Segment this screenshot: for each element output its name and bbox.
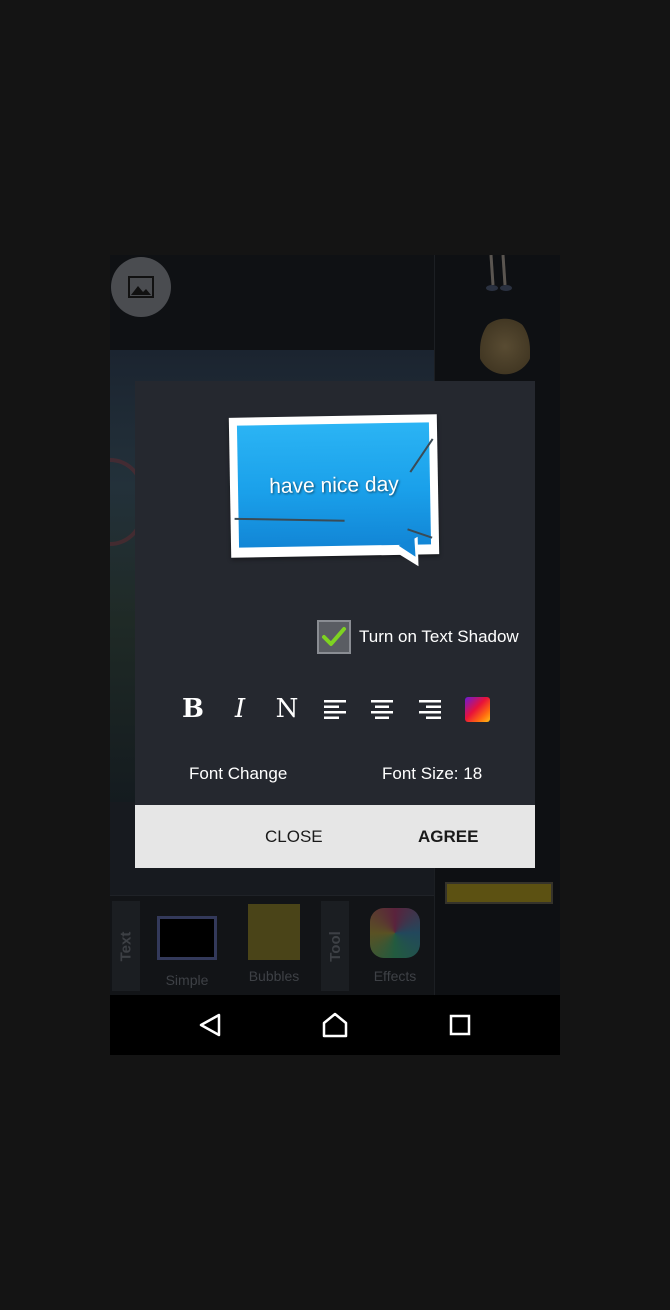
align-center-button[interactable] (364, 691, 400, 727)
font-size-button[interactable]: Font Size: 18 (382, 764, 482, 784)
tab-tool-label: Tool (326, 930, 344, 962)
bottom-item-simple[interactable]: Simple (152, 904, 222, 994)
align-left-button[interactable] (317, 691, 353, 727)
align-right-button[interactable] (412, 691, 448, 727)
bubble-preview: have nice day (228, 414, 440, 576)
normal-button[interactable]: N (269, 691, 305, 727)
app-top-bar (110, 255, 434, 350)
bubbles-thumbnail (248, 904, 300, 960)
font-change-button[interactable]: Font Change (189, 764, 287, 784)
color-picker-icon (464, 696, 490, 722)
dialog-button-bar: CLOSE AGREE (135, 805, 535, 868)
close-button[interactable]: CLOSE (265, 805, 323, 868)
bottom-toolbar: Text Simple Bubbles Tool Effects (110, 895, 434, 996)
bottom-item-label: Bubbles (248, 968, 300, 984)
home-button[interactable] (320, 1010, 350, 1040)
image-icon (128, 276, 154, 298)
sticker-ruler[interactable] (445, 882, 553, 904)
system-nav-bar (110, 995, 560, 1055)
align-right-icon (419, 700, 441, 719)
back-button[interactable] (195, 1010, 225, 1040)
text-shadow-row[interactable]: Turn on Text Shadow (317, 618, 519, 656)
bold-button[interactable]: B (175, 691, 211, 727)
effects-thumbnail (370, 908, 420, 958)
home-icon (322, 1012, 348, 1038)
text-shadow-checkbox[interactable] (317, 620, 351, 654)
recents-icon (449, 1014, 471, 1036)
format-toolbar: B I N (175, 691, 495, 727)
bottom-item-bubbles[interactable]: Bubbles (239, 904, 309, 994)
back-icon (199, 1013, 221, 1037)
preview-text: have nice day (269, 472, 399, 499)
recents-button[interactable] (445, 1010, 475, 1040)
simple-thumbnail (157, 916, 217, 960)
tab-tool[interactable]: Tool (321, 901, 349, 991)
sticker-legs[interactable] (483, 255, 513, 295)
align-center-icon (371, 700, 393, 719)
bottom-item-effects[interactable]: Effects (360, 904, 430, 994)
checkmark-icon (322, 627, 346, 646)
photo-button[interactable] (111, 257, 171, 317)
text-style-dialog: have nice day Turn on Text Shadow B I N (135, 381, 535, 868)
bottom-item-label: Effects (373, 968, 417, 984)
tab-text[interactable]: Text (112, 901, 140, 991)
italic-button[interactable]: I (222, 691, 258, 727)
speech-bubble: have nice day (228, 414, 440, 558)
sticker-girl[interactable] (480, 315, 530, 385)
color-picker-button[interactable] (459, 691, 495, 727)
tab-text-label: Text (117, 931, 135, 961)
align-left-icon (324, 700, 346, 719)
agree-button[interactable]: AGREE (418, 805, 478, 868)
text-shadow-label: Turn on Text Shadow (359, 627, 519, 646)
bottom-item-label: Simple (165, 972, 209, 988)
